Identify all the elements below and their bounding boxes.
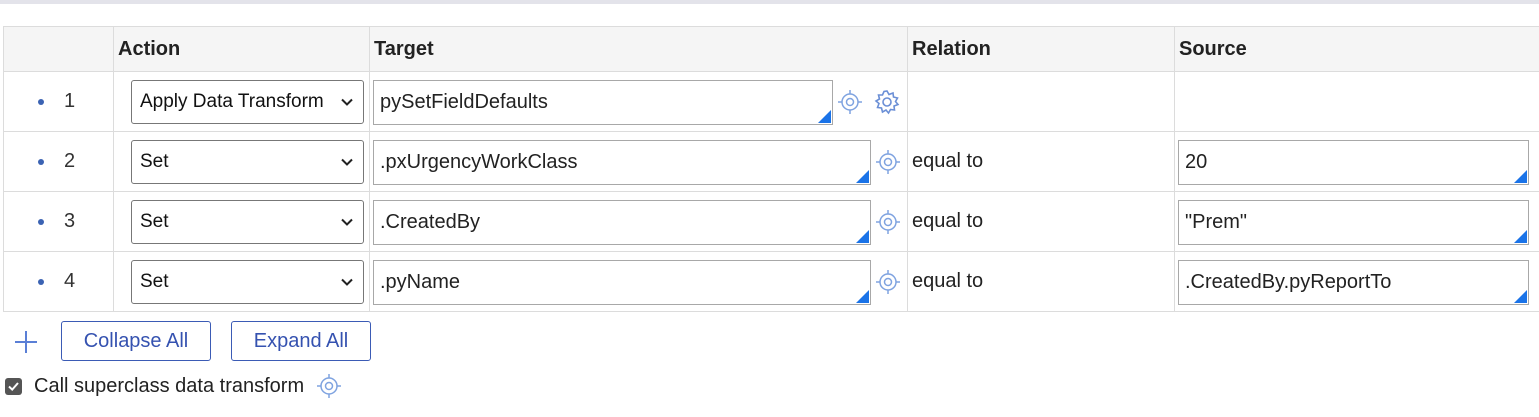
table-row: 3 Set .CreatedBy equal to "Prem" <box>3 191 1539 252</box>
action-select[interactable]: Set <box>131 140 364 184</box>
grid-header-row: Action Target Relation Source <box>3 26 1539 72</box>
row-bullet[interactable] <box>38 218 44 225</box>
plus-icon[interactable] <box>13 329 39 355</box>
action-select-value: Set <box>140 211 169 232</box>
action-select[interactable]: Set <box>131 260 364 304</box>
expand-all-button[interactable]: Expand All <box>231 321 371 361</box>
action-select[interactable]: Apply Data Transform <box>131 80 364 124</box>
row-index: 4 <box>4 252 113 311</box>
gear-icon[interactable] <box>873 88 901 116</box>
crosshair-icon[interactable] <box>875 209 901 235</box>
relation-text: equal to <box>912 150 984 172</box>
row-bullet[interactable] <box>38 158 44 165</box>
target-value: .pyName <box>380 271 461 293</box>
superclass-checkbox[interactable] <box>5 377 22 395</box>
row-index: 2 <box>4 132 113 191</box>
source-input[interactable]: 20 <box>1178 140 1529 185</box>
chevron-down-icon <box>341 218 353 226</box>
autocomplete-corner-icon <box>1514 290 1527 303</box>
relation-text: equal to <box>912 210 984 232</box>
crosshair-icon[interactable] <box>837 89 863 115</box>
source-input[interactable]: "Prem" <box>1178 200 1529 245</box>
target-input[interactable]: .pyName <box>373 260 871 305</box>
header-target: Target <box>369 26 908 72</box>
row-index: 3 <box>4 192 113 251</box>
autocomplete-corner-icon <box>818 110 831 123</box>
chevron-down-icon <box>341 278 353 286</box>
header-action: Action <box>113 26 370 72</box>
autocomplete-corner-icon <box>856 230 869 243</box>
superclass-row: Call superclass data transform <box>5 373 342 399</box>
row-number: 1 <box>64 90 76 112</box>
table-row: 1 Apply Data Transform pySetFieldDefault… <box>3 71 1539 132</box>
row-index: 1 <box>4 72 113 131</box>
target-input[interactable]: pySetFieldDefaults <box>373 80 833 125</box>
chevron-down-icon <box>341 158 353 166</box>
target-value: pySetFieldDefaults <box>380 91 548 113</box>
action-select[interactable]: Set <box>131 200 364 244</box>
target-value: .CreatedBy <box>380 211 481 233</box>
target-input[interactable]: .CreatedBy <box>373 200 871 245</box>
action-select-value: Set <box>140 271 169 292</box>
header-index <box>3 26 114 72</box>
top-divider <box>0 0 1539 4</box>
header-source: Source <box>1174 26 1539 72</box>
header-relation: Relation <box>907 26 1175 72</box>
crosshair-icon[interactable] <box>875 149 901 175</box>
row-number: 3 <box>64 210 76 232</box>
data-transform-grid: Action Target Relation Source 1 Apply Da… <box>3 26 1539 312</box>
collapse-all-button[interactable]: Collapse All <box>61 321 211 361</box>
action-select-value: Apply Data Transform <box>140 91 324 112</box>
row-bullet[interactable] <box>38 98 44 105</box>
target-value: .pxUrgencyWorkClass <box>380 151 578 173</box>
table-row: 4 Set .pyName equal to .CreatedBy.pyRepo… <box>3 251 1539 312</box>
crosshair-icon[interactable] <box>875 269 901 295</box>
relation-text: equal to <box>912 270 984 292</box>
autocomplete-corner-icon <box>856 290 869 303</box>
target-input[interactable]: .pxUrgencyWorkClass <box>373 140 871 185</box>
crosshair-icon[interactable] <box>316 373 342 399</box>
source-value: 20 <box>1185 151 1208 173</box>
row-number: 4 <box>64 270 76 292</box>
action-select-value: Set <box>140 151 169 172</box>
source-input[interactable]: .CreatedBy.pyReportTo <box>1178 260 1529 305</box>
checkmark-icon <box>8 381 19 391</box>
table-row: 2 Set .pxUrgencyWorkClass equal to 20 <box>3 131 1539 192</box>
row-number: 2 <box>64 150 76 172</box>
autocomplete-corner-icon <box>856 170 869 183</box>
autocomplete-corner-icon <box>1514 170 1527 183</box>
source-cell-empty <box>1174 71 1539 132</box>
source-value: "Prem" <box>1185 211 1247 233</box>
chevron-down-icon <box>341 98 353 106</box>
autocomplete-corner-icon <box>1514 230 1527 243</box>
superclass-label: Call superclass data transform <box>34 374 305 397</box>
source-value: .CreatedBy.pyReportTo <box>1185 271 1392 293</box>
row-bullet[interactable] <box>38 278 44 285</box>
